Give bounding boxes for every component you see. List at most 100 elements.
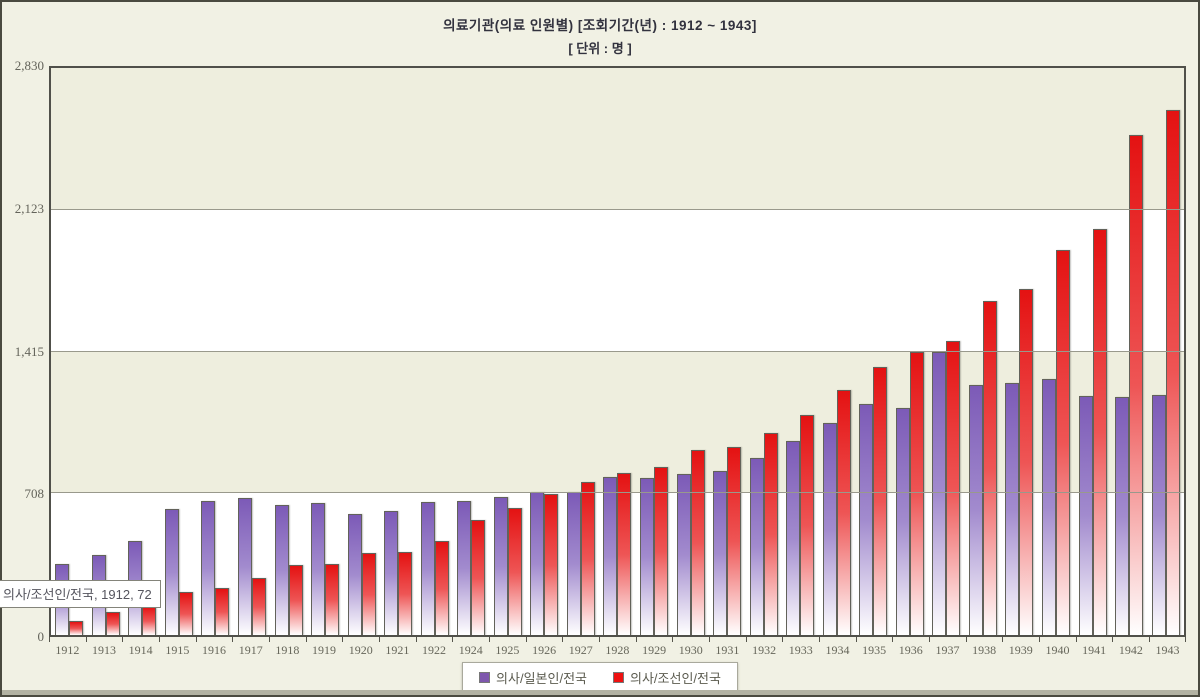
x-tick-label-1922: 1922 xyxy=(416,639,453,658)
bar-korean-1918[interactable] xyxy=(289,565,303,635)
bar-japanese-1921[interactable] xyxy=(384,511,398,635)
bar-korean-1930[interactable] xyxy=(691,450,705,635)
bar-japanese-1922[interactable] xyxy=(421,502,435,635)
category-1927 xyxy=(563,68,600,635)
bar-japanese-1915[interactable] xyxy=(165,509,179,635)
category-1916 xyxy=(197,68,234,635)
bar-korean-1939[interactable] xyxy=(1019,289,1033,635)
bar-japanese-1934[interactable] xyxy=(823,423,837,635)
category-1915 xyxy=(161,68,198,635)
x-tick-label-1927: 1927 xyxy=(562,639,599,658)
gridline-1415 xyxy=(51,351,1184,352)
bar-korean-1928[interactable] xyxy=(617,473,631,635)
y-tick-label-1415: 1,415 xyxy=(4,344,44,360)
bar-japanese-1939[interactable] xyxy=(1005,383,1019,635)
bar-korean-1925[interactable] xyxy=(508,508,522,635)
bar-korean-1935[interactable] xyxy=(873,367,887,635)
bar-japanese-1916[interactable] xyxy=(201,501,215,635)
x-tick-label-1940: 1940 xyxy=(1039,639,1076,658)
bar-korean-1931[interactable] xyxy=(727,447,741,635)
y-tick-label-0: 0 xyxy=(4,629,44,645)
legend: 의사/일본인/전국 의사/조선인/전국 xyxy=(2,662,1198,693)
category-1938 xyxy=(965,68,1002,635)
bar-japanese-1943[interactable] xyxy=(1152,395,1166,635)
x-tick-label-1921: 1921 xyxy=(379,639,416,658)
bar-japanese-1933[interactable] xyxy=(786,441,800,635)
bar-korean-1936[interactable] xyxy=(910,352,924,635)
bar-japanese-1937[interactable] xyxy=(932,352,946,635)
x-axis-labels: 1912191319141915191619171918191919201921… xyxy=(49,639,1186,658)
category-1928 xyxy=(599,68,636,635)
x-tick-label-1916: 1916 xyxy=(196,639,233,658)
bar-japanese-1924[interactable] xyxy=(457,501,471,635)
bar-korean-1940[interactable] xyxy=(1056,250,1070,635)
bar-japanese-1918[interactable] xyxy=(275,505,289,635)
bar-korean-1912[interactable] xyxy=(69,621,83,635)
bar-japanese-1926[interactable] xyxy=(530,492,544,635)
bar-korean-1917[interactable] xyxy=(252,578,266,635)
bar-japanese-1936[interactable] xyxy=(896,408,910,635)
bars-container xyxy=(51,68,1184,635)
gridline-708 xyxy=(51,492,1184,493)
bar-korean-1924[interactable] xyxy=(471,520,485,635)
category-1941 xyxy=(1074,68,1111,635)
bar-japanese-1932[interactable] xyxy=(750,458,764,635)
bar-japanese-1927[interactable] xyxy=(567,492,581,635)
bar-korean-1920[interactable] xyxy=(362,553,376,635)
legend-box: 의사/일본인/전국 의사/조선인/전국 xyxy=(462,662,738,693)
y-tick-label-708: 708 xyxy=(4,486,44,502)
bar-korean-1942[interactable] xyxy=(1129,135,1143,635)
bar-korean-1933[interactable] xyxy=(800,415,814,635)
bar-japanese-1935[interactable] xyxy=(859,404,873,635)
x-tick-label-1941: 1941 xyxy=(1076,639,1113,658)
bar-korean-1927[interactable] xyxy=(581,482,595,635)
x-tick-label-1928: 1928 xyxy=(599,639,636,658)
bar-japanese-1919[interactable] xyxy=(311,503,325,635)
bar-korean-1943[interactable] xyxy=(1166,110,1180,635)
x-tick-label-1935: 1935 xyxy=(856,639,893,658)
x-tick-label-1932: 1932 xyxy=(746,639,783,658)
y-tick-label-2830: 2,830 xyxy=(4,58,44,74)
x-tick-label-1943: 1943 xyxy=(1149,639,1186,658)
legend-label-japanese: 의사/일본인/전국 xyxy=(496,668,587,687)
bar-japanese-1931[interactable] xyxy=(713,471,727,635)
category-1912 xyxy=(51,68,88,635)
category-1918 xyxy=(270,68,307,635)
category-1919 xyxy=(307,68,344,635)
bar-korean-1937[interactable] xyxy=(946,341,960,635)
bar-japanese-1917[interactable] xyxy=(238,498,252,635)
bar-korean-1941[interactable] xyxy=(1093,229,1107,635)
bar-japanese-1925[interactable] xyxy=(494,497,508,635)
category-1929 xyxy=(636,68,673,635)
x-tick-label-1913: 1913 xyxy=(86,639,123,658)
bar-japanese-1920[interactable] xyxy=(348,514,362,635)
bar-korean-1922[interactable] xyxy=(435,541,449,635)
bar-japanese-1938[interactable] xyxy=(969,385,983,635)
bar-japanese-1930[interactable] xyxy=(677,474,691,635)
x-tick-label-1937: 1937 xyxy=(929,639,966,658)
bar-korean-1934[interactable] xyxy=(837,390,851,635)
legend-item-japanese: 의사/일본인/전국 xyxy=(479,668,587,687)
bar-korean-1914[interactable] xyxy=(142,606,156,635)
bar-japanese-1940[interactable] xyxy=(1042,379,1056,635)
bar-japanese-1929[interactable] xyxy=(640,478,654,635)
x-tick-label-1926: 1926 xyxy=(526,639,563,658)
bar-korean-1932[interactable] xyxy=(764,433,778,635)
x-tick-label-1930: 1930 xyxy=(672,639,709,658)
category-1913 xyxy=(88,68,125,635)
chart-title-block: 의료기관(의료 인원별) [조회기간(년) : 1912 ~ 1943] [ 단… xyxy=(2,14,1198,57)
bar-korean-1916[interactable] xyxy=(215,588,229,635)
bar-japanese-1941[interactable] xyxy=(1079,396,1093,635)
category-1939 xyxy=(1001,68,1038,635)
bar-japanese-1942[interactable] xyxy=(1115,397,1129,635)
bar-korean-1926[interactable] xyxy=(544,494,558,635)
category-1925 xyxy=(490,68,527,635)
bar-japanese-1928[interactable] xyxy=(603,477,617,635)
x-tick-label-1914: 1914 xyxy=(122,639,159,658)
chart-unit-label: [ 단위 : 명 ] xyxy=(2,38,1198,57)
bar-korean-1915[interactable] xyxy=(179,592,193,635)
bar-korean-1919[interactable] xyxy=(325,564,339,635)
category-1931 xyxy=(709,68,746,635)
bar-korean-1913[interactable] xyxy=(106,612,120,635)
bar-korean-1921[interactable] xyxy=(398,552,412,635)
